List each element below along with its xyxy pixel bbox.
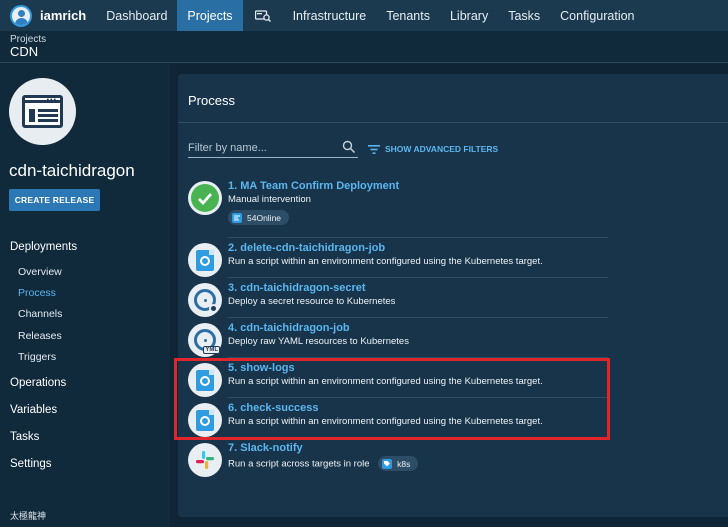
project-sidebar: ••• cdn-taichidragon CREATE RELEASE Depl… <box>0 64 170 527</box>
step-number: 2. <box>228 242 238 254</box>
project-name: cdn-taichidragon <box>9 161 135 180</box>
sidebar-item-channels[interactable]: Channels <box>18 308 62 320</box>
environment-chip: 54Online <box>228 210 290 225</box>
breadcrumb-parent[interactable]: Projects <box>10 31 728 45</box>
nav-tenants[interactable]: Tenants <box>376 0 440 31</box>
sidebar-operations[interactable]: Operations <box>10 377 66 389</box>
slack-icon <box>188 443 222 477</box>
sidebar-settings[interactable]: Settings <box>10 458 52 470</box>
divider <box>178 122 728 123</box>
environment-icon <box>232 212 242 223</box>
step-description: Manual intervention <box>228 194 311 205</box>
highlight-box <box>174 358 610 440</box>
breadcrumb: Projects CDN <box>0 31 728 63</box>
sidebar-deployments[interactable]: Deployments <box>10 241 77 253</box>
sidebar-item-triggers[interactable]: Triggers <box>18 351 56 363</box>
kubernetes-secret-icon <box>188 283 222 317</box>
process-panel: Process SHOW ADVANCED FILTERS 1. MA Team… <box>178 74 728 517</box>
step-divider <box>228 237 608 238</box>
nav-dashboard[interactable]: Dashboard <box>96 0 177 31</box>
kubernetes-script-icon <box>188 243 222 277</box>
user-name: iamrich <box>40 8 87 23</box>
server-search-icon <box>254 9 271 22</box>
sidebar-item-overview[interactable]: Overview <box>18 266 62 278</box>
step-description: Run a script across targets in role <box>228 458 370 470</box>
project-logo-icon: ••• <box>9 78 76 145</box>
filter-input[interactable] <box>188 138 338 154</box>
sidebar-variables[interactable]: Variables <box>10 404 57 416</box>
step-number: 3. <box>228 282 238 294</box>
show-advanced-filters-button[interactable]: SHOW ADVANCED FILTERS <box>368 144 498 154</box>
step-description: Deploy a secret resource to Kubernetes <box>228 296 396 307</box>
nav-configuration[interactable]: Configuration <box>550 0 644 31</box>
step-name[interactable]: cdn-taichidragon-secret <box>240 282 365 294</box>
nav-infrastructure[interactable]: Infrastructure <box>283 0 377 31</box>
step-name[interactable]: MA Team Confirm Deployment <box>240 180 399 192</box>
step-name[interactable]: Slack-notify <box>240 442 302 454</box>
avatar <box>10 4 32 27</box>
step-divider <box>228 277 608 278</box>
step-number: 4. <box>228 322 238 334</box>
sidebar-footer: 太極龍神 <box>10 511 47 521</box>
top-nav: iamrich Dashboard Projects Infrastructur… <box>0 0 728 31</box>
role-chip-label: k8s <box>397 458 411 469</box>
step-name[interactable]: delete-cdn-taichidragon-job <box>240 242 385 254</box>
step-description: Deploy raw YAML resources to Kubernetes <box>228 336 409 347</box>
role-chip: k8s <box>378 456 419 471</box>
create-release-button[interactable]: CREATE RELEASE <box>9 189 100 211</box>
step-divider <box>228 317 608 318</box>
sidebar-item-process[interactable]: Process <box>18 287 56 299</box>
sidebar-item-releases[interactable]: Releases <box>18 330 62 342</box>
nav-machines-icon[interactable] <box>243 0 283 31</box>
search-icon <box>342 140 356 154</box>
environment-chip-label: 54Online <box>247 212 282 223</box>
advanced-filters-label: SHOW ADVANCED FILTERS <box>385 144 499 154</box>
page-title: Process <box>188 93 235 108</box>
nav-projects[interactable]: Projects <box>177 0 243 31</box>
filter-field <box>188 138 358 158</box>
step-description: Run a script within an environment confi… <box>228 256 543 267</box>
user-menu[interactable]: iamrich <box>0 0 96 31</box>
filter-icon <box>368 144 380 154</box>
check-icon <box>188 181 222 215</box>
breadcrumb-current: CDN <box>10 44 39 59</box>
step-description-row: Run a script across targets in role k8s <box>228 456 419 471</box>
step-number: 1. <box>228 180 238 192</box>
step-name[interactable]: cdn-taichidragon-job <box>240 322 349 334</box>
yaml-badge: YML <box>203 346 220 354</box>
tag-icon <box>382 458 393 469</box>
nav-tasks[interactable]: Tasks <box>498 0 550 31</box>
sidebar-tasks[interactable]: Tasks <box>10 431 39 443</box>
nav-library[interactable]: Library <box>440 0 498 31</box>
kubernetes-yaml-icon: YML <box>188 323 222 357</box>
step-number: 7. <box>228 442 238 454</box>
